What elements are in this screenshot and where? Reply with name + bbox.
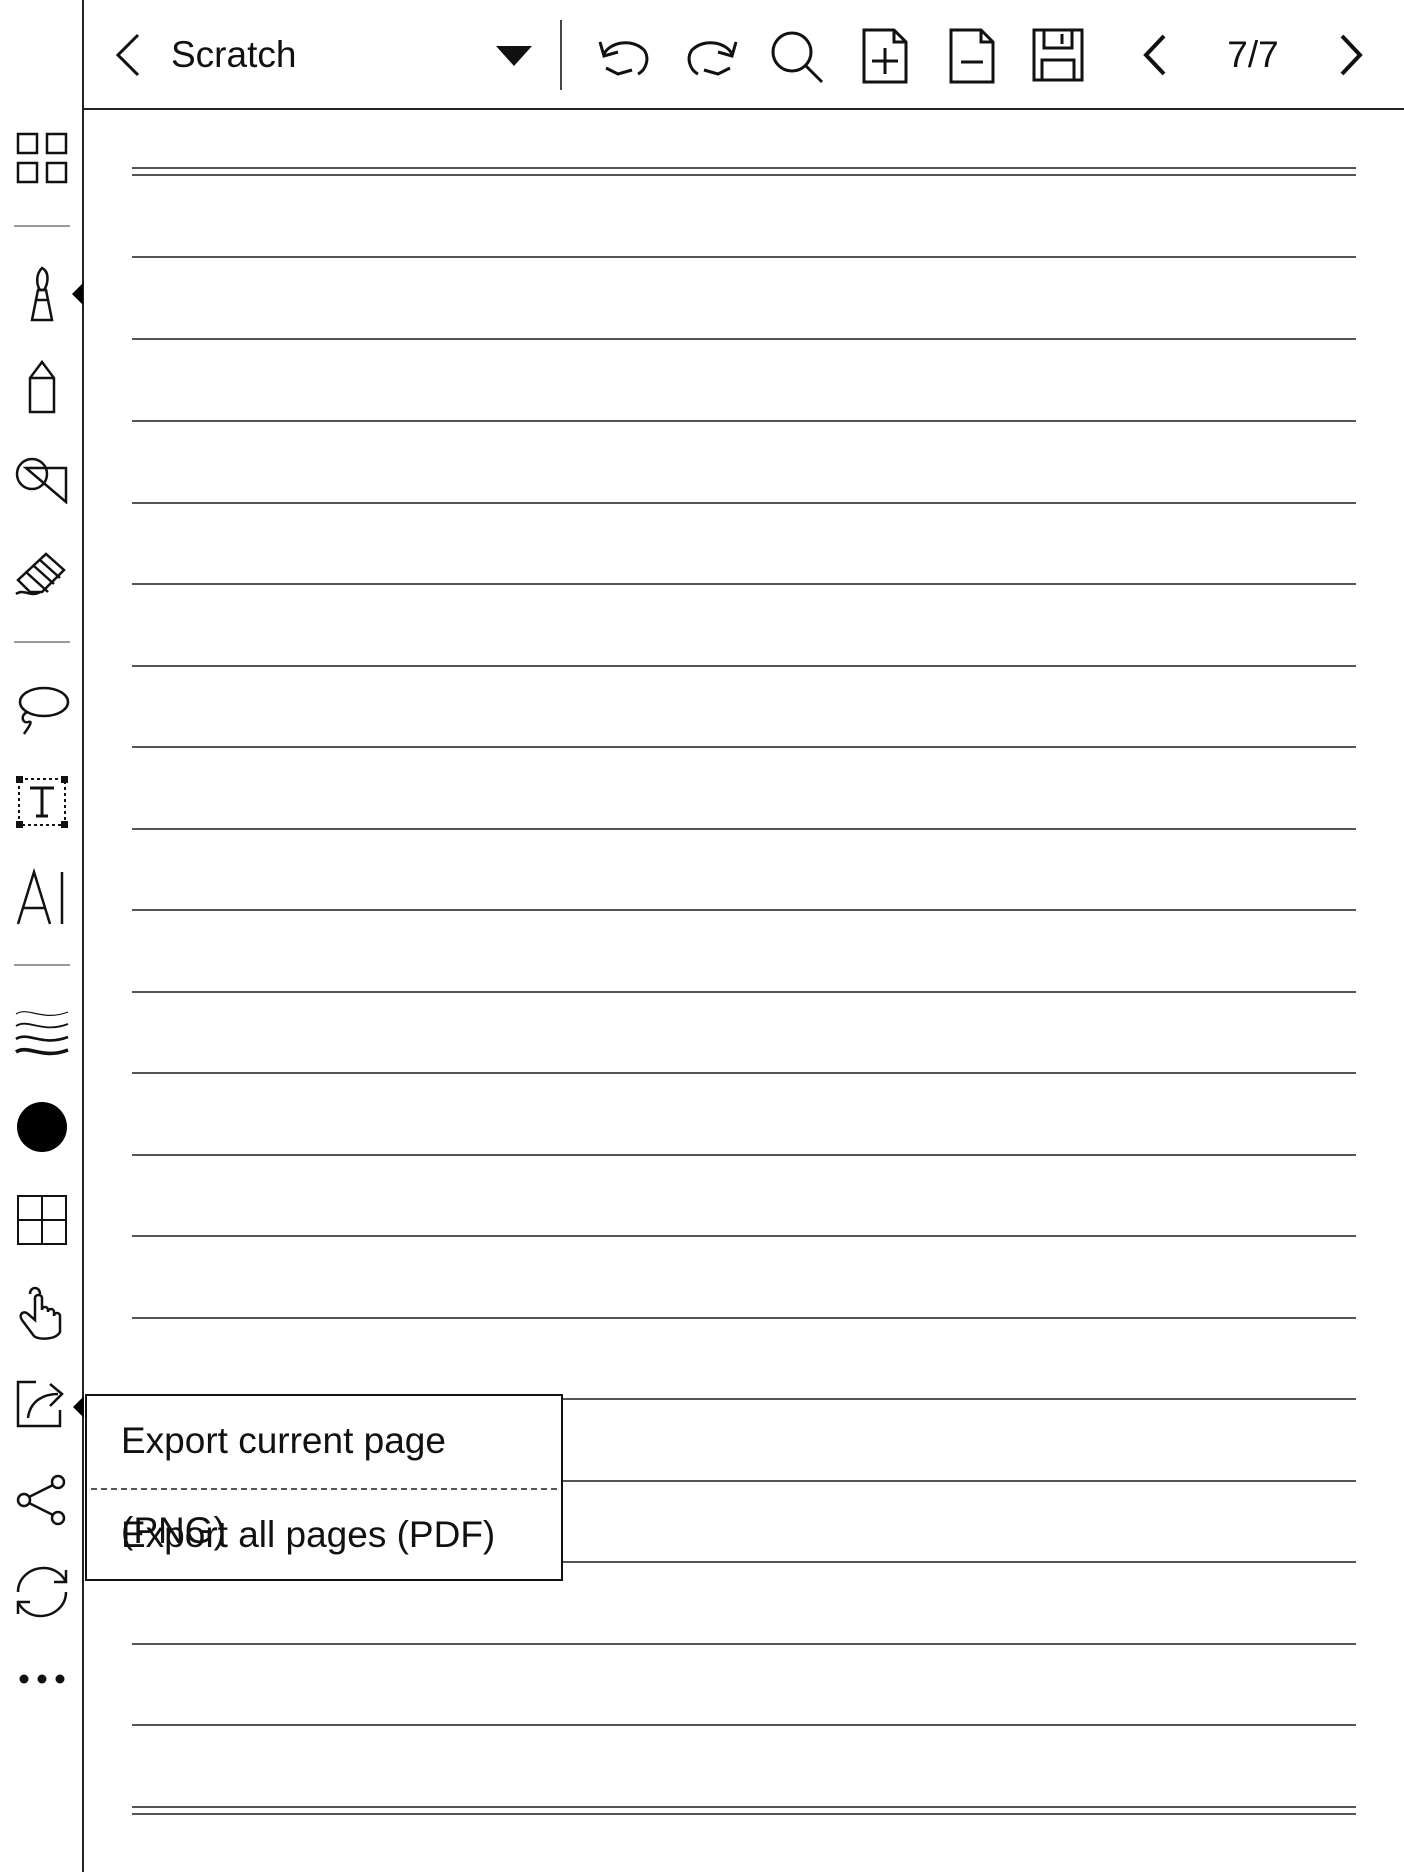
ruled-line xyxy=(132,1724,1356,1726)
ruled-line xyxy=(132,1235,1356,1237)
share-icon[interactable] xyxy=(16,1474,68,1526)
dropdown-icon[interactable] xyxy=(494,44,534,68)
undo-icon[interactable] xyxy=(596,34,652,78)
ruled-line xyxy=(132,420,1356,422)
ruled-line xyxy=(132,1813,1356,1815)
eraser-icon[interactable] xyxy=(14,550,70,596)
active-tool-pointer xyxy=(72,283,83,305)
toolbar-divider xyxy=(560,20,562,90)
ruled-line xyxy=(132,909,1356,911)
next-page-icon[interactable] xyxy=(1336,32,1366,78)
ruled-line xyxy=(132,1643,1356,1645)
ruled-line xyxy=(132,746,1356,748)
ruled-line xyxy=(132,1154,1356,1156)
notebook-title[interactable]: Scratch xyxy=(171,30,296,80)
lasso-icon[interactable] xyxy=(14,684,70,736)
ruled-line xyxy=(132,1317,1356,1319)
grid-icon[interactable] xyxy=(16,132,68,184)
redo-icon[interactable] xyxy=(684,34,740,78)
export-menu-pointer xyxy=(73,1396,84,1418)
page-indicator[interactable]: 7/7 xyxy=(1200,30,1306,80)
textbox-icon[interactable] xyxy=(16,776,68,828)
ai-text-icon[interactable] xyxy=(14,868,70,928)
ruled-line xyxy=(132,1806,1356,1808)
sidebar-divider xyxy=(14,641,70,643)
brush-icon[interactable] xyxy=(22,266,62,322)
ruled-line xyxy=(132,665,1356,667)
ruled-line xyxy=(132,991,1356,993)
sidebar-divider xyxy=(14,964,70,966)
save-icon[interactable] xyxy=(1032,28,1084,82)
ruled-line xyxy=(132,256,1356,258)
more-icon[interactable] xyxy=(18,1672,66,1686)
export-png-option[interactable]: Export current page (PNG) xyxy=(87,1396,561,1551)
template-icon[interactable] xyxy=(16,1194,68,1246)
search-icon[interactable] xyxy=(770,30,824,84)
sidebar-divider xyxy=(14,225,70,227)
ruled-line xyxy=(132,583,1356,585)
ruled-line xyxy=(132,502,1356,504)
top-toolbar: Scratch 7/7 xyxy=(0,0,1404,110)
export-menu: Export current page (PNG) Export all pag… xyxy=(85,1394,563,1581)
export-icon[interactable] xyxy=(14,1378,70,1430)
prev-page-icon[interactable] xyxy=(1140,32,1170,78)
left-toolbar xyxy=(0,0,84,1872)
delete-page-icon[interactable] xyxy=(949,28,995,84)
ruled-line xyxy=(132,167,1356,169)
stroke-width-icon[interactable] xyxy=(14,1006,70,1058)
color-black-icon[interactable] xyxy=(16,1101,68,1153)
touch-icon[interactable] xyxy=(16,1286,68,1342)
export-pdf-option[interactable]: Export all pages (PDF) xyxy=(87,1490,561,1580)
sync-icon[interactable] xyxy=(14,1564,70,1620)
marker-icon[interactable] xyxy=(26,360,58,414)
ruled-line xyxy=(132,338,1356,340)
ruled-line xyxy=(132,828,1356,830)
shape-icon[interactable] xyxy=(14,456,70,504)
ruled-line xyxy=(132,1072,1356,1074)
ruled-line xyxy=(132,174,1356,176)
back-icon[interactable] xyxy=(110,32,146,78)
add-page-icon[interactable] xyxy=(862,28,908,84)
